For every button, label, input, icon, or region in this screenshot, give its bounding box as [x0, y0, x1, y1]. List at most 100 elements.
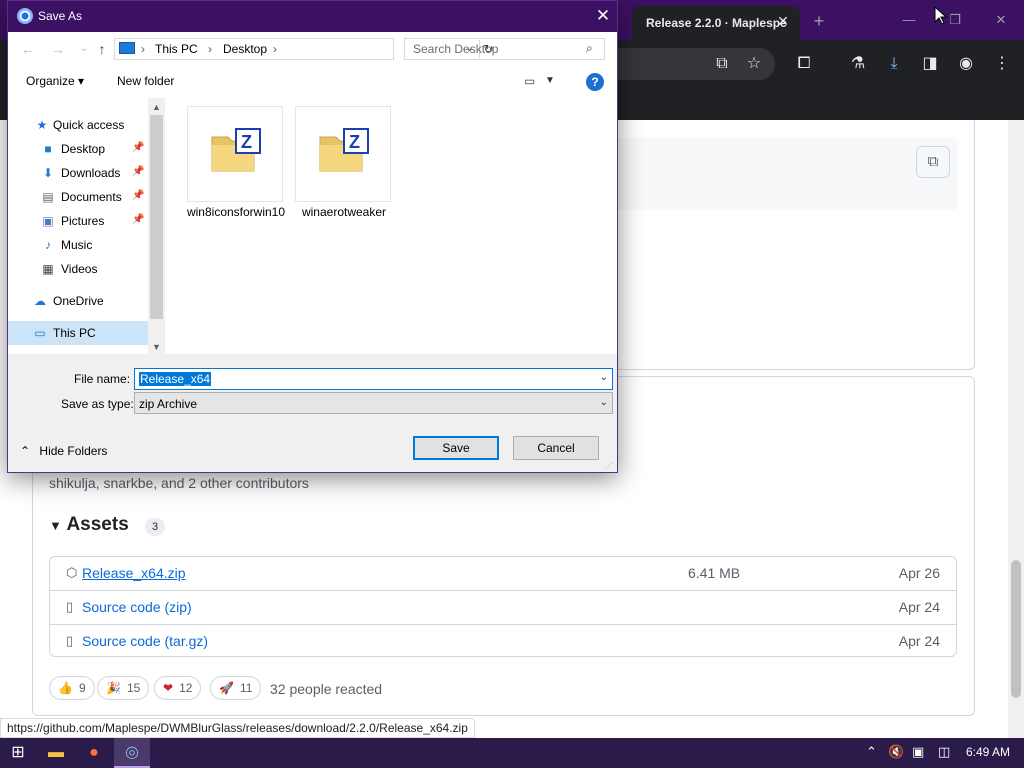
reaction-heart[interactable]: ❤ 12	[154, 676, 202, 700]
tab-close-icon[interactable]: ✕	[774, 12, 792, 30]
file-name-input[interactable]: Release_x64 ⌄	[134, 368, 613, 390]
reaction-hooray[interactable]: 🎉 15	[97, 676, 150, 700]
windows-start-icon[interactable]: ⊞	[0, 738, 36, 768]
view-options-icon[interactable]: ▭	[524, 74, 535, 88]
asset-link[interactable]: Source code (zip)	[82, 599, 192, 615]
thumbs-up-icon: 👍	[58, 681, 73, 695]
reactions-summary: 32 people reacted	[270, 681, 383, 697]
tab-title: Release 2.2.0 · Maplespe	[646, 16, 787, 30]
music-icon: ♪	[45, 238, 51, 252]
nav-item-label: Quick access	[53, 118, 125, 132]
file-item[interactable]: Z winaerotweaker	[295, 106, 391, 219]
download-arrow-icon: ⬇	[42, 166, 54, 180]
file-item[interactable]: Z win8iconsforwin10	[187, 106, 285, 219]
nav-item-label: Music	[61, 238, 93, 252]
save-type-value: zip Archive	[139, 397, 198, 411]
address-bar[interactable]: › This PC › Desktop › ⌄ ↻	[114, 38, 494, 60]
nav-item-pictures[interactable]: ▣ Pictures 📌	[8, 209, 148, 233]
resize-grip-icon[interactable]: ⋰	[605, 461, 613, 470]
svg-text:Z: Z	[349, 132, 360, 152]
assets-heading[interactable]: ▼ Assets	[49, 514, 129, 536]
minimize-button[interactable]: —	[896, 8, 922, 32]
asset-link[interactable]: Release_x64.zip	[82, 565, 186, 581]
help-icon[interactable]: ?	[586, 73, 604, 91]
pin-icon: 📌	[132, 142, 145, 153]
recent-dropdown-icon[interactable]: ⌄	[74, 39, 94, 59]
nav-item-downloads[interactable]: ⬇ Downloads 📌	[8, 161, 148, 185]
svg-text:Z: Z	[241, 132, 252, 152]
computer-icon: ▭	[34, 326, 46, 340]
reaction-count: 11	[239, 681, 253, 695]
chrome-taskbar-icon[interactable]: ◎	[114, 738, 150, 768]
bookmark-star-icon[interactable]: ☆	[742, 52, 766, 76]
documents-icon: ▤	[42, 190, 54, 204]
assets-title: Assets	[66, 514, 129, 535]
dialog-close-button[interactable]: ✕	[592, 5, 614, 27]
nav-item-label: Desktop	[61, 142, 106, 156]
asset-row: ⬡ Release_x64.zip 6.41 MB Apr 26	[50, 557, 956, 590]
organize-button[interactable]: Organize ▾	[26, 74, 84, 88]
cancel-button[interactable]: Cancel	[513, 436, 599, 460]
copy-icon[interactable]: ⧉	[916, 146, 950, 178]
scroll-down-icon[interactable]: ▼	[150, 340, 163, 354]
file-explorer-icon[interactable]: ▬	[38, 738, 74, 768]
breadcrumb-sep: ›	[208, 42, 212, 56]
nav-item-documents[interactable]: ▤ Documents 📌	[8, 185, 148, 209]
save-type-select[interactable]: zip Archive ⌄	[134, 392, 613, 414]
file-label: win8iconsforwin10	[186, 205, 286, 219]
chrome-logo-icon	[17, 8, 33, 24]
asset-row: ▯ Source code (zip) Apr 24	[50, 590, 956, 623]
taskbar-clock[interactable]: 6:49 AM	[966, 745, 1010, 759]
chevron-down-icon[interactable]: ⌄	[600, 372, 608, 383]
nav-pane-scrollbar-thumb[interactable]	[150, 115, 163, 319]
hide-folders-button[interactable]: ⌃ Hide Folders	[20, 444, 107, 458]
extensions-icon[interactable]: ⧠	[792, 52, 816, 76]
save-as-dialog: Save As ✕ ← → ⌄ ↑ › This PC › Desktop › …	[7, 0, 618, 473]
scroll-up-icon[interactable]: ▲	[150, 100, 163, 114]
display-icon[interactable]: ◫	[938, 744, 950, 760]
install-app-icon[interactable]: ⧉	[710, 52, 734, 76]
up-arrow-icon[interactable]: ↑	[92, 39, 112, 59]
star-icon: ★	[36, 118, 48, 132]
file-zip-icon: ▯	[66, 633, 74, 648]
downloads-icon[interactable]: ⤓	[882, 52, 906, 76]
page-scrollbar-thumb[interactable]	[1011, 560, 1021, 698]
save-type-label: Save as type:	[61, 397, 134, 411]
search-input[interactable]: Search Desktop	[404, 38, 605, 60]
side-panel-icon[interactable]: ◨	[918, 52, 942, 76]
contributors-text: shikulja, snarkbe, and 2 other contribut…	[49, 475, 309, 491]
browser-menu-icon[interactable]: ⋮	[990, 52, 1014, 76]
reaction-rocket[interactable]: 🚀 11	[210, 676, 262, 700]
nav-item-onedrive[interactable]: ☁ OneDrive	[8, 289, 148, 313]
reaction-count: 15	[126, 681, 141, 695]
profile-avatar-icon[interactable]: ◉	[954, 52, 978, 76]
breadcrumb-this-pc[interactable]: This PC	[155, 42, 198, 56]
firefox-icon[interactable]: ●	[76, 738, 112, 768]
nav-item-music[interactable]: ♪ Music	[8, 233, 148, 257]
asset-date: Apr 24	[898, 633, 940, 649]
forward-arrow-icon[interactable]: →	[48, 39, 68, 59]
asset-link[interactable]: Source code (tar.gz)	[82, 633, 208, 649]
nav-item-desktop[interactable]: ■ Desktop 📌	[8, 137, 148, 161]
labs-flask-icon[interactable]: ⚗	[846, 52, 870, 76]
back-arrow-icon[interactable]: ←	[18, 39, 38, 59]
reaction-thumbs-up[interactable]: 👍 9	[49, 676, 95, 700]
save-button[interactable]: Save	[413, 436, 499, 460]
nav-item-label: Downloads	[61, 166, 121, 180]
volume-muted-icon[interactable]: 🔇	[888, 744, 904, 760]
nav-item-this-pc[interactable]: ▭ This PC	[8, 321, 148, 345]
cloud-icon: ☁	[34, 294, 46, 308]
breadcrumb-sep: ›	[141, 42, 145, 56]
videos-icon: ▦	[42, 262, 54, 276]
new-tab-button[interactable]: +	[808, 10, 830, 32]
view-dropdown-icon[interactable]: ▼	[545, 75, 555, 86]
breadcrumb-desktop[interactable]: Desktop	[223, 42, 267, 56]
nav-item-quick-access[interactable]: ★ Quick access	[8, 113, 148, 137]
chevron-down-icon[interactable]: ⌄	[600, 397, 608, 408]
tray-chevron-up-icon[interactable]: ⌃	[866, 744, 877, 760]
nav-item-videos[interactable]: ▦ Videos	[8, 257, 148, 281]
new-folder-button[interactable]: New folder	[117, 74, 174, 88]
window-close-button[interactable]: ✕	[988, 8, 1014, 32]
network-icon[interactable]: ▣	[912, 744, 924, 760]
breadcrumb-sep: ›	[273, 42, 277, 56]
